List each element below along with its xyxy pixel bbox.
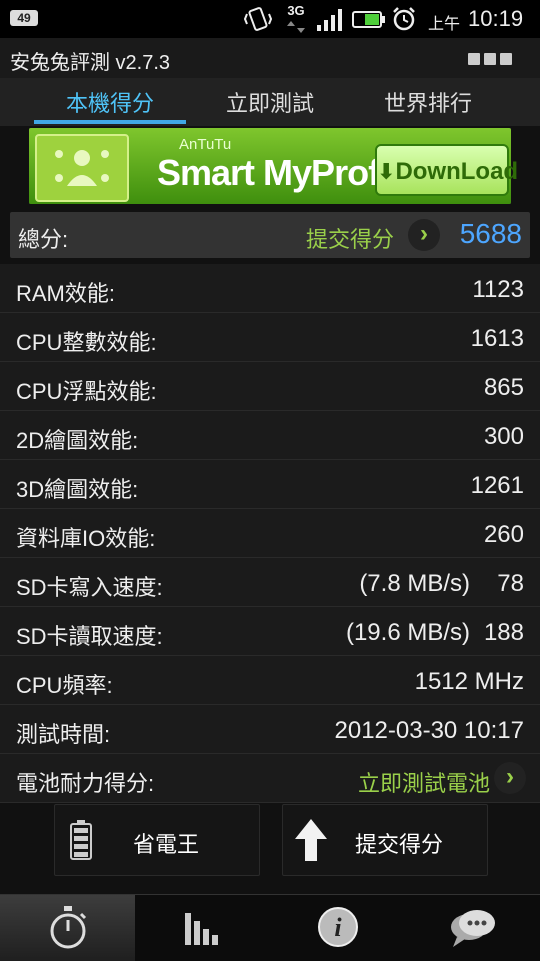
row-value: 1512 MHz bbox=[414, 668, 524, 695]
row-label: 電池耐力得分: bbox=[16, 771, 155, 796]
promo-banner[interactable]: AnTuTu Smart MyProfile ⬇DownLoad bbox=[29, 128, 518, 204]
row-value: 2012-03-30 10:17 bbox=[334, 717, 525, 744]
row-value: 1613 bbox=[470, 325, 524, 352]
vibrate-icon bbox=[244, 7, 272, 31]
alarm-icon bbox=[393, 7, 415, 31]
nav-feedback[interactable] bbox=[405, 895, 540, 961]
total-score-value: 5688 bbox=[459, 218, 522, 249]
tab-bar: 本機得分 立即測試 世界排行 bbox=[0, 78, 540, 126]
row-label: CPU浮點效能: bbox=[16, 379, 157, 404]
status-bar: 49 3G 上午 10:19 bbox=[0, 0, 540, 38]
submit-score-label: 提交得分 bbox=[355, 832, 444, 857]
test-battery-link[interactable]: 立即測試電池 bbox=[358, 766, 490, 798]
row-label: RAM效能: bbox=[16, 281, 116, 306]
am-pm-label: 上午 bbox=[428, 16, 461, 33]
banner-brand: AnTuTu bbox=[179, 136, 232, 153]
row-label: 2D繪圖效能: bbox=[16, 428, 139, 453]
signal-strength-icon bbox=[317, 9, 342, 31]
chat-icon bbox=[451, 910, 495, 947]
list-item: CPU浮點效能: 865 bbox=[0, 362, 540, 411]
row-label: SD卡寫入速度: bbox=[16, 575, 163, 600]
power-saver-label: 省電王 bbox=[133, 832, 200, 857]
chevron-right-icon[interactable]: › bbox=[494, 762, 526, 794]
row-label: CPU整數效能: bbox=[16, 330, 157, 355]
banner-download-button[interactable]: ⬇DownLoad bbox=[375, 144, 518, 196]
power-saver-button[interactable]: 省電王 bbox=[54, 804, 260, 876]
info-icon: i bbox=[318, 907, 358, 947]
overflow-menu-icon[interactable] bbox=[464, 52, 512, 70]
svg-text:i: i bbox=[334, 913, 342, 942]
row-value: 865 bbox=[483, 374, 524, 401]
sd-read-row: SD卡讀取速度: (19.6 MB/s) 188 bbox=[0, 607, 540, 656]
profile-app-icon bbox=[35, 134, 129, 202]
nav-info[interactable]: i bbox=[270, 895, 405, 961]
download-arrow-icon: ⬇ bbox=[377, 159, 396, 184]
list-item: 2D繪圖效能: 300 bbox=[0, 411, 540, 460]
total-label: 總分: bbox=[18, 227, 69, 252]
row-label: SD卡讀取速度: bbox=[16, 624, 163, 649]
submit-score-link[interactable]: 提交得分 bbox=[306, 222, 394, 254]
row-value: 1123 bbox=[472, 276, 524, 303]
row-value: 78 bbox=[497, 570, 524, 597]
score-list: RAM效能: 1123 CPU整數效能: 1613 CPU浮點效能: 865 2… bbox=[0, 264, 540, 803]
list-item: CPU整數效能: 1613 bbox=[0, 313, 540, 362]
battery-score-row: 電池耐力得分: 立即測試電池 › bbox=[0, 754, 540, 803]
sd-write-row: SD卡寫入速度: (7.8 MB/s) 78 bbox=[0, 558, 540, 607]
list-item: 3D繪圖效能: 1261 bbox=[0, 460, 540, 509]
row-value: 260 bbox=[483, 521, 524, 548]
tab-test-now[interactable]: 立即測試 bbox=[190, 86, 350, 118]
row-label: 3D繪圖效能: bbox=[16, 477, 139, 502]
chevron-right-icon[interactable]: › bbox=[408, 219, 440, 251]
upload-arrow-icon bbox=[295, 819, 327, 861]
nav-ranking[interactable] bbox=[135, 895, 270, 961]
app-title: 安兔兔評測 v2.7.3 bbox=[10, 52, 171, 74]
bottom-navigation: i bbox=[0, 894, 540, 961]
tab-local-score[interactable]: 本機得分 bbox=[30, 86, 190, 118]
row-value: 300 bbox=[483, 423, 524, 450]
stopwatch-icon bbox=[50, 906, 87, 949]
total-score-row: 總分: 提交得分 › 5688 bbox=[10, 212, 530, 258]
list-item: RAM效能: 1123 bbox=[0, 264, 540, 313]
network-type-icon: 3G bbox=[284, 2, 308, 34]
sd-read-speed: (19.6 MB/s) bbox=[345, 619, 470, 646]
sd-write-speed: (7.8 MB/s) bbox=[359, 570, 470, 597]
test-time-row: 測試時間: 2012-03-30 10:17 bbox=[0, 705, 540, 754]
active-tab-indicator bbox=[34, 120, 186, 124]
nav-benchmark[interactable] bbox=[0, 895, 135, 961]
row-label: 測試時間: bbox=[16, 722, 111, 747]
cpu-frequency-row: CPU頻率: 1512 MHz bbox=[0, 656, 540, 705]
bar-chart-icon bbox=[185, 913, 218, 945]
submit-score-button[interactable]: 提交得分 bbox=[282, 804, 488, 876]
battery-icon bbox=[352, 11, 385, 28]
app-title-bar: 安兔兔評測 v2.7.3 bbox=[0, 38, 540, 79]
clock: 10:19 bbox=[468, 6, 524, 31]
tab-world-ranking[interactable]: 世界排行 bbox=[348, 86, 508, 118]
row-value: 1261 bbox=[470, 472, 524, 499]
battery-level-icon bbox=[70, 820, 92, 860]
row-value: 188 bbox=[483, 619, 524, 646]
banner-download-label: DownLoad bbox=[395, 158, 519, 185]
notification-badge: 49 bbox=[10, 10, 38, 26]
row-label: CPU頻率: bbox=[16, 673, 113, 698]
row-label: 資料庫IO效能: bbox=[16, 526, 156, 551]
list-item: 資料庫IO效能: 260 bbox=[0, 509, 540, 558]
